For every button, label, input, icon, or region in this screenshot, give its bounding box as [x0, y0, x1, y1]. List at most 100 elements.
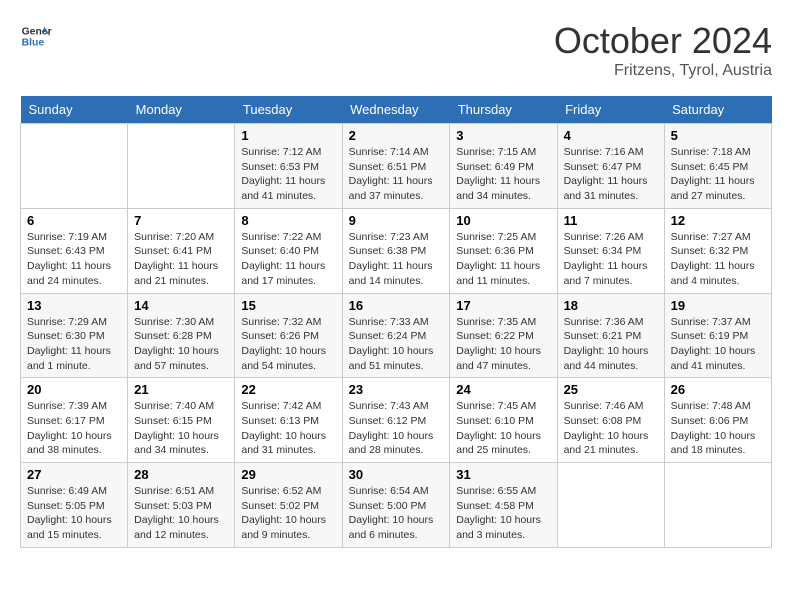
day-info: Sunrise: 7:33 AM Sunset: 6:24 PM Dayligh… [349, 315, 444, 374]
day-cell: 7Sunrise: 7:20 AM Sunset: 6:41 PM Daylig… [128, 208, 235, 293]
day-cell: 24 Sunrise: 7:45 AM Sunset: 6:10 PM Dayli… [450, 378, 557, 463]
day-number: 23 [349, 382, 444, 397]
day-info: Sunrise: 6:51 AM Sunset: 5:03 PM Dayligh… [134, 484, 228, 543]
day-number: 19 [671, 298, 765, 313]
day-cell: 16 Sunrise: 7:33 AM Sunset: 6:24 PM Dayli… [342, 293, 450, 378]
day-info: Sunrise: 7:36 AM Sunset: 6:21 PM Dayligh… [564, 315, 658, 374]
page-header: General Blue October 2024 Fritzens, Tyro… [20, 20, 772, 80]
day-cell: 2 Sunrise: 7:14 AM Sunset: 6:51 PM Daylig… [342, 124, 450, 209]
day-info: Sunrise: 7:35 AM Sunset: 6:22 PM Dayligh… [456, 315, 550, 374]
day-info: Sunrise: 7:22 AM Sunset: 6:40 PM Dayligh… [241, 230, 335, 289]
day-cell: 9 Sunrise: 7:23 AM Sunset: 6:38 PM Daylig… [342, 208, 450, 293]
logo-icon: General Blue [20, 20, 52, 52]
week-row-1: 1 Sunrise: 7:12 AM Sunset: 6:53 PM Daylig… [21, 124, 772, 209]
day-number: 3 [456, 128, 550, 143]
day-cell: 30Sunrise: 6:54 AM Sunset: 5:00 PM Dayli… [342, 463, 450, 548]
day-info: Sunrise: 7:45 AM Sunset: 6:10 PM Dayligh… [456, 399, 550, 458]
day-number: 8 [241, 213, 335, 228]
column-header-monday: Monday [128, 96, 235, 124]
column-header-sunday: Sunday [21, 96, 128, 124]
day-info: Sunrise: 7:12 AM Sunset: 6:53 PM Dayligh… [241, 145, 335, 204]
day-info: Sunrise: 6:49 AM Sunset: 5:05 PM Dayligh… [27, 484, 121, 543]
day-cell: 14Sunrise: 7:30 AM Sunset: 6:28 PM Dayli… [128, 293, 235, 378]
day-cell: 11 Sunrise: 7:26 AM Sunset: 6:34 PM Dayli… [557, 208, 664, 293]
day-number: 9 [349, 213, 444, 228]
day-info: Sunrise: 6:52 AM Sunset: 5:02 PM Dayligh… [241, 484, 335, 543]
column-header-tuesday: Tuesday [235, 96, 342, 124]
day-info: Sunrise: 7:40 AM Sunset: 6:15 PM Dayligh… [134, 399, 228, 458]
day-cell: 15 Sunrise: 7:32 AM Sunset: 6:26 PM Dayli… [235, 293, 342, 378]
day-cell [557, 463, 664, 548]
day-number: 29 [241, 467, 335, 482]
day-cell: 21Sunrise: 7:40 AM Sunset: 6:15 PM Dayli… [128, 378, 235, 463]
day-number: 13 [27, 298, 121, 313]
day-info: Sunrise: 7:48 AM Sunset: 6:06 PM Dayligh… [671, 399, 765, 458]
column-header-friday: Friday [557, 96, 664, 124]
day-info: Sunrise: 7:26 AM Sunset: 6:34 PM Dayligh… [564, 230, 658, 289]
day-number: 10 [456, 213, 550, 228]
day-info: Sunrise: 7:46 AM Sunset: 6:08 PM Dayligh… [564, 399, 658, 458]
day-cell: 23Sunrise: 7:43 AM Sunset: 6:12 PM Dayli… [342, 378, 450, 463]
day-cell: 6 Sunrise: 7:19 AM Sunset: 6:43 PM Daylig… [21, 208, 128, 293]
day-cell: 18 Sunrise: 7:36 AM Sunset: 6:21 PM Dayli… [557, 293, 664, 378]
day-cell: 19 Sunrise: 7:37 AM Sunset: 6:19 PM Dayli… [664, 293, 771, 378]
day-info: Sunrise: 7:30 AM Sunset: 6:28 PM Dayligh… [134, 315, 228, 374]
day-cell: 10Sunrise: 7:25 AM Sunset: 6:36 PM Dayli… [450, 208, 557, 293]
day-number: 24 [456, 382, 550, 397]
day-info: Sunrise: 7:37 AM Sunset: 6:19 PM Dayligh… [671, 315, 765, 374]
day-cell: 26 Sunrise: 7:48 AM Sunset: 6:06 PM Dayli… [664, 378, 771, 463]
day-cell: 28 Sunrise: 6:51 AM Sunset: 5:03 PM Dayli… [128, 463, 235, 548]
day-info: Sunrise: 7:39 AM Sunset: 6:17 PM Dayligh… [27, 399, 121, 458]
day-number: 1 [241, 128, 335, 143]
day-info: Sunrise: 7:16 AM Sunset: 6:47 PM Dayligh… [564, 145, 658, 204]
day-number: 28 [134, 467, 228, 482]
day-number: 31 [456, 467, 550, 482]
day-info: Sunrise: 7:18 AM Sunset: 6:45 PM Dayligh… [671, 145, 765, 204]
location: Fritzens, Tyrol, Austria [554, 62, 772, 80]
header-row: SundayMondayTuesdayWednesdayThursdayFrid… [21, 96, 772, 124]
day-info: Sunrise: 7:14 AM Sunset: 6:51 PM Dayligh… [349, 145, 444, 204]
week-row-3: 13 Sunrise: 7:29 AM Sunset: 6:30 PM Dayli… [21, 293, 772, 378]
day-info: Sunrise: 7:29 AM Sunset: 6:30 PM Dayligh… [27, 315, 121, 374]
day-number: 4 [564, 128, 658, 143]
day-number: 18 [564, 298, 658, 313]
day-cell: 3Sunrise: 7:15 AM Sunset: 6:49 PM Daylig… [450, 124, 557, 209]
day-number: 30 [349, 467, 444, 482]
day-cell [21, 124, 128, 209]
day-cell: 31 Sunrise: 6:55 AM Sunset: 4:58 PM Dayli… [450, 463, 557, 548]
day-info: Sunrise: 7:23 AM Sunset: 6:38 PM Dayligh… [349, 230, 444, 289]
day-info: Sunrise: 7:27 AM Sunset: 6:32 PM Dayligh… [671, 230, 765, 289]
day-cell: 1 Sunrise: 7:12 AM Sunset: 6:53 PM Daylig… [235, 124, 342, 209]
day-number: 26 [671, 382, 765, 397]
day-number: 6 [27, 213, 121, 228]
column-header-thursday: Thursday [450, 96, 557, 124]
day-number: 27 [27, 467, 121, 482]
day-number: 11 [564, 213, 658, 228]
day-info: Sunrise: 7:42 AM Sunset: 6:13 PM Dayligh… [241, 399, 335, 458]
title-block: October 2024 Fritzens, Tyrol, Austria [554, 20, 772, 80]
day-number: 12 [671, 213, 765, 228]
day-cell: 13 Sunrise: 7:29 AM Sunset: 6:30 PM Dayli… [21, 293, 128, 378]
day-cell: 5Sunrise: 7:18 AM Sunset: 6:45 PM Daylig… [664, 124, 771, 209]
day-cell: 25Sunrise: 7:46 AM Sunset: 6:08 PM Dayli… [557, 378, 664, 463]
day-info: Sunrise: 6:55 AM Sunset: 4:58 PM Dayligh… [456, 484, 550, 543]
day-cell: 8 Sunrise: 7:22 AM Sunset: 6:40 PM Daylig… [235, 208, 342, 293]
day-cell: 22Sunrise: 7:42 AM Sunset: 6:13 PM Dayli… [235, 378, 342, 463]
day-cell: 20 Sunrise: 7:39 AM Sunset: 6:17 PM Dayli… [21, 378, 128, 463]
day-number: 15 [241, 298, 335, 313]
day-info: Sunrise: 7:32 AM Sunset: 6:26 PM Dayligh… [241, 315, 335, 374]
day-info: Sunrise: 7:19 AM Sunset: 6:43 PM Dayligh… [27, 230, 121, 289]
day-cell: 29 Sunrise: 6:52 AM Sunset: 5:02 PM Dayli… [235, 463, 342, 548]
column-header-wednesday: Wednesday [342, 96, 450, 124]
day-cell: 12 Sunrise: 7:27 AM Sunset: 6:32 PM Dayli… [664, 208, 771, 293]
day-number: 16 [349, 298, 444, 313]
week-row-5: 27 Sunrise: 6:49 AM Sunset: 5:05 PM Dayli… [21, 463, 772, 548]
day-number: 20 [27, 382, 121, 397]
week-row-2: 6 Sunrise: 7:19 AM Sunset: 6:43 PM Daylig… [21, 208, 772, 293]
day-number: 17 [456, 298, 550, 313]
logo: General Blue [20, 20, 52, 52]
month-title: October 2024 [554, 20, 772, 62]
svg-text:Blue: Blue [22, 38, 45, 49]
day-number: 2 [349, 128, 444, 143]
calendar-table: SundayMondayTuesdayWednesdayThursdayFrid… [20, 96, 772, 548]
